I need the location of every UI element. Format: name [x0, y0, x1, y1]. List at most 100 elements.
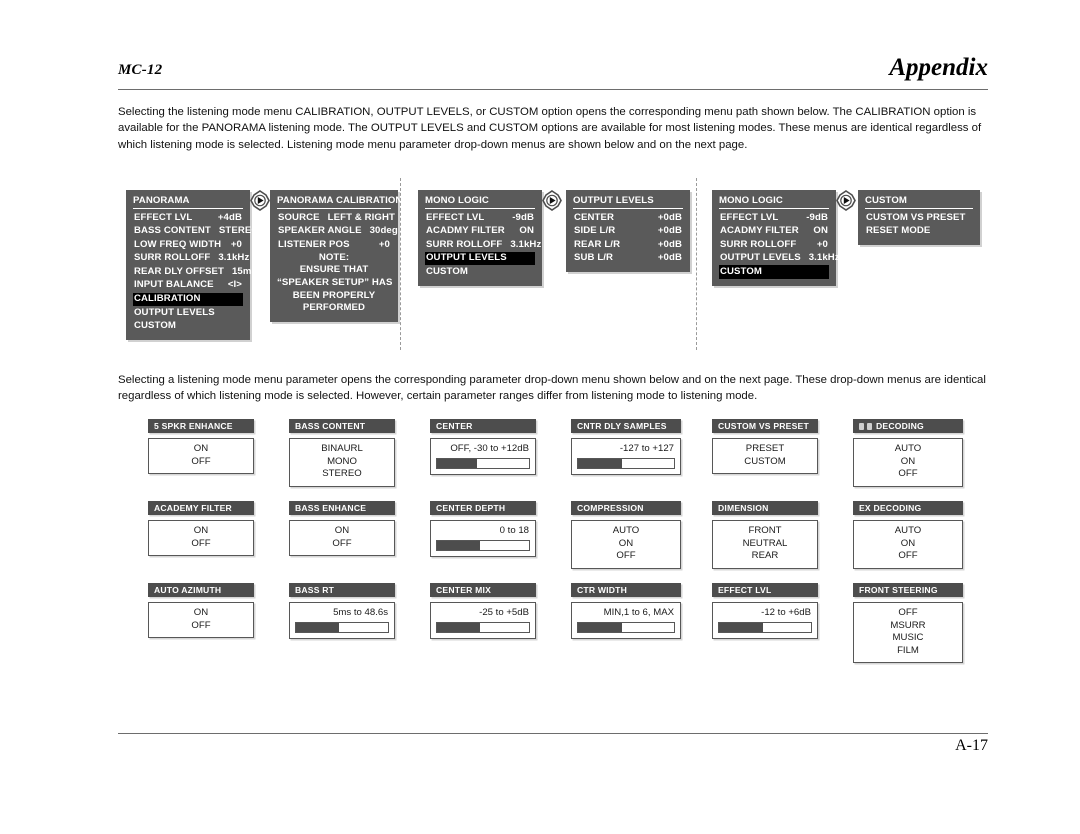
- dropdown-option[interactable]: OFF: [859, 468, 957, 481]
- osd-note-line: PERFORMED: [302, 302, 366, 314]
- dropdown-body-ctr-width: MIN,1 to 6, MAX: [571, 602, 681, 639]
- dropdown-range-label: 0 to 18: [499, 525, 529, 536]
- osd-menu-item[interactable]: SURR ROLLOFF 3.1kHz: [133, 252, 249, 266]
- dropdown-option[interactable]: ON: [154, 443, 248, 456]
- slider-fill: [437, 459, 477, 468]
- dropdown-value-slider[interactable]: [436, 540, 530, 551]
- dropdown-header-ex-decoding: EX DECODING: [853, 501, 963, 515]
- footer-divider: [118, 733, 988, 734]
- dropdown-value-slider[interactable]: [577, 458, 675, 469]
- slider-fill: [296, 623, 340, 632]
- dropdown-option[interactable]: OFF: [154, 456, 248, 469]
- arrow-right-icon: [836, 190, 856, 211]
- osd-menu-item-selected[interactable]: CALIBRATION: [133, 292, 243, 307]
- osd-menu-item[interactable]: CUSTOM: [425, 265, 535, 279]
- osd-menu-item[interactable]: SURR ROLLOFF 3.1kHz: [425, 238, 541, 252]
- osd-menu-item[interactable]: SOURCE LEFT & RIGHT: [277, 211, 395, 225]
- dropdown-value-slider[interactable]: [436, 458, 530, 469]
- osd-menu-item[interactable]: SURR ROLLOFF +0: [719, 238, 829, 252]
- page-header: MC-12 Appendix: [118, 54, 988, 94]
- dropdown-option[interactable]: OFF: [859, 550, 957, 563]
- osd-menu-item-selected[interactable]: CUSTOM: [719, 265, 829, 279]
- dropdown-option[interactable]: OFF: [154, 538, 248, 551]
- dropdown-value-slider[interactable]: [295, 622, 389, 633]
- dropdown-compression: COMPRESSION AUTO ON OFF: [571, 501, 681, 569]
- dropdown-value-slider[interactable]: [436, 622, 530, 633]
- dropdown-option[interactable]: CUSTOM: [718, 456, 812, 469]
- osd-menu-item[interactable]: REAR L/R +0dB: [573, 238, 683, 252]
- osd-menu-item[interactable]: SPEAKER ANGLE 30deg: [277, 225, 398, 239]
- osd-menu-item-label: SURR ROLLOFF: [720, 238, 797, 250]
- osd-menu-item-label: BASS CONTENT: [134, 225, 211, 237]
- osd-menu-item[interactable]: RESET MODE: [865, 225, 973, 239]
- dropdown-option[interactable]: STEREO: [295, 468, 389, 481]
- osd-menu-item-value: +0: [230, 238, 242, 250]
- osd-menu-item-selected[interactable]: OUTPUT LEVELS: [425, 251, 535, 266]
- dropdown-header-label: EFFECT LVL: [718, 584, 772, 595]
- osd-menu-item[interactable]: CENTER +0dB: [573, 211, 683, 225]
- dropdown-5-spkr-enhance: 5 SPKR ENHANCE ON OFF: [148, 419, 254, 475]
- dropdown-dimension: DIMENSION FRONT NEUTRAL REAR: [712, 501, 818, 569]
- dropdown-option[interactable]: MONO: [295, 456, 389, 469]
- osd-menu-item-label: CUSTOM: [720, 265, 762, 277]
- dropdown-header-label: DIMENSION: [718, 502, 769, 513]
- dropdown-option[interactable]: BINAURL: [295, 443, 389, 456]
- dropdown-header-label: 5 SPKR ENHANCE: [154, 420, 233, 431]
- osd-menu-item[interactable]: OUTPUT LEVELS: [133, 306, 243, 320]
- osd-menu-item-value: [526, 266, 534, 279]
- osd-menu-item[interactable]: EFFECT LVL -9dB: [719, 211, 829, 225]
- dropdown-header-decoding: DECODING: [853, 419, 963, 433]
- dropdown-body-effect-lvl: -12 to +6dB: [712, 602, 818, 639]
- osd-menu-item[interactable]: SIDE L/R +0dB: [573, 225, 683, 239]
- osd-menu-item[interactable]: ACADMY FILTER ON: [425, 225, 535, 239]
- osd-menu-item[interactable]: LOW FREQ WIDTH +0: [133, 238, 243, 252]
- osd-menu-item-label: CUSTOM VS PRESET: [866, 211, 966, 223]
- dropdown-option[interactable]: MUSIC: [859, 632, 957, 645]
- osd-menu-item[interactable]: CUSTOM: [133, 320, 243, 334]
- dropdown-header-5-spkr-enhance: 5 SPKR ENHANCE: [148, 419, 254, 433]
- dropdown-header-auto-azimuth: AUTO AZIMUTH: [148, 583, 254, 597]
- dropdown-range-label: 5ms to 48.6s: [333, 607, 388, 618]
- osd-menu-item[interactable]: LISTENER POS +0: [277, 238, 391, 252]
- dropdown-option[interactable]: FILM: [859, 645, 957, 658]
- dropdown-header-label: BASS ENHANCE: [295, 502, 367, 513]
- dropdown-option[interactable]: NEUTRAL: [718, 538, 812, 551]
- osd-menu-item[interactable]: REAR DLY OFFSET 15ms: [133, 265, 257, 279]
- dropdown-option[interactable]: ON: [859, 538, 957, 551]
- osd-menu-item[interactable]: SUB L/R +0dB: [573, 252, 683, 266]
- dropdown-option[interactable]: ON: [154, 525, 248, 538]
- dropdown-option[interactable]: PRESET: [718, 443, 812, 456]
- dropdown-option[interactable]: OFF: [577, 550, 675, 563]
- osd-menu-item-label: CUSTOM: [134, 320, 176, 332]
- dropdown-center-depth: CENTER DEPTH 0 to 18: [430, 501, 536, 557]
- osd-menu-item[interactable]: ACADMY FILTER ON: [719, 225, 829, 239]
- dropdown-option[interactable]: REAR: [718, 550, 812, 563]
- osd-menu-item[interactable]: CUSTOM VS PRESET: [865, 211, 973, 225]
- osd-menu-item[interactable]: OUTPUT LEVELS 3.1kHz: [719, 252, 840, 266]
- dropdown-option[interactable]: AUTO: [577, 525, 675, 538]
- dropdown-option[interactable]: ON: [859, 456, 957, 469]
- osd-menu-item[interactable]: INPUT BALANCE <I>: [133, 279, 243, 293]
- dropdown-option[interactable]: AUTO: [859, 525, 957, 538]
- dropdown-option[interactable]: FRONT: [718, 525, 812, 538]
- osd-menu-item[interactable]: EFFECT LVL +4dB: [133, 211, 243, 225]
- osd-panel-title: MONO LOGIC: [719, 195, 829, 209]
- osd-panel-title: PANORAMA: [133, 195, 243, 209]
- osd-note-line: ENSURE THAT: [299, 264, 369, 276]
- dropdown-option[interactable]: AUTO: [859, 443, 957, 456]
- dropdown-option[interactable]: OFF: [154, 620, 248, 633]
- dropdown-body-center: OFF, -30 to +12dB: [430, 438, 536, 475]
- dropdown-option[interactable]: ON: [295, 525, 389, 538]
- dropdown-option[interactable]: ON: [154, 607, 248, 620]
- osd-menu-item[interactable]: BASS CONTENT STEREO: [133, 225, 259, 239]
- dropdown-effect-lvl: EFFECT LVL -12 to +6dB: [712, 583, 818, 639]
- osd-menu-item[interactable]: EFFECT LVL -9dB: [425, 211, 535, 225]
- dropdown-option[interactable]: OFF: [859, 607, 957, 620]
- dropdown-value-slider[interactable]: [577, 622, 675, 633]
- osd-menu-item-label: SURR ROLLOFF: [134, 252, 211, 264]
- dropdown-value-slider[interactable]: [718, 622, 812, 633]
- dropdown-option[interactable]: ON: [577, 538, 675, 551]
- dropdown-option[interactable]: MSURR: [859, 620, 957, 633]
- dropdown-option[interactable]: OFF: [295, 538, 389, 551]
- osd-menu-item-label: SPEAKER ANGLE: [278, 225, 362, 237]
